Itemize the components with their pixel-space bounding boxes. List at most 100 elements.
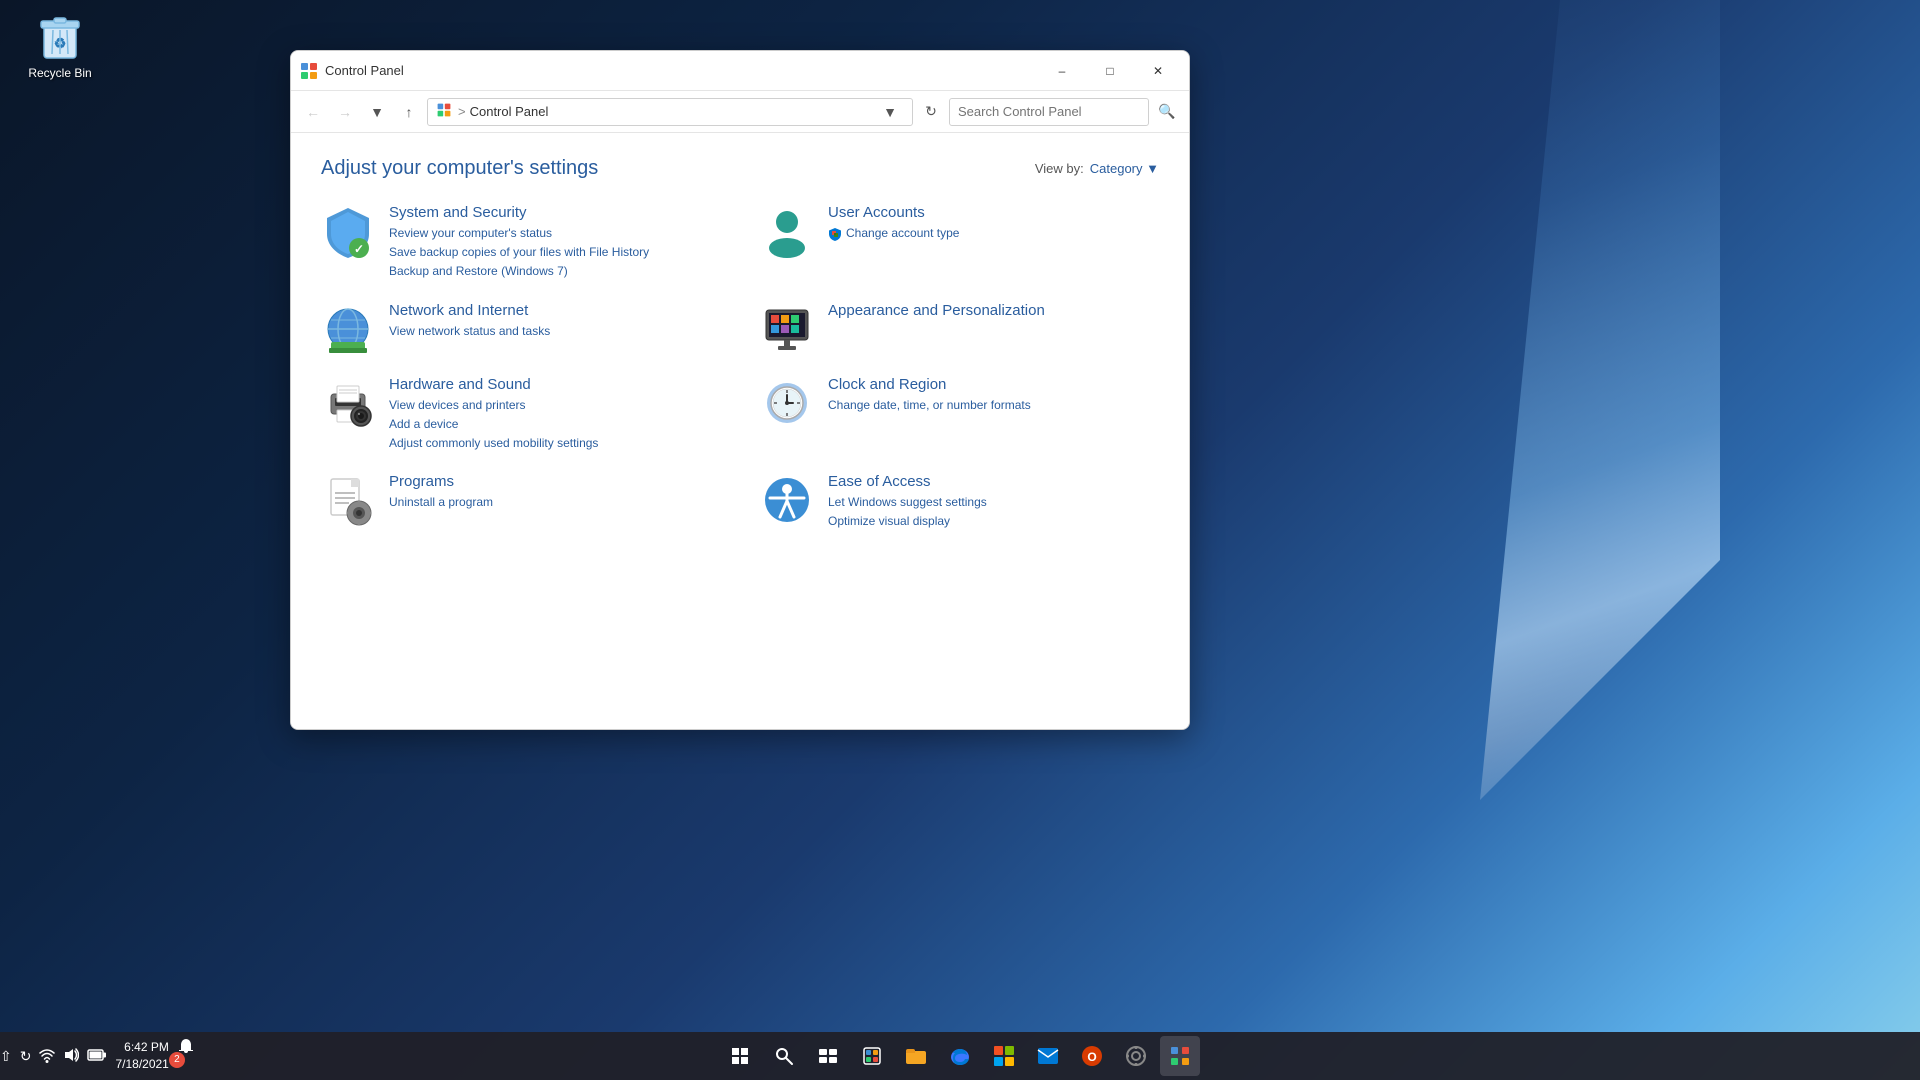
ease-access-info: Ease of Access Let Windows suggest setti… — [828, 473, 987, 531]
user-accounts-link-1[interactable]: Change account type — [846, 224, 959, 243]
category-appearance: Appearance and Personalization — [760, 302, 1159, 356]
programs-title[interactable]: Programs — [389, 473, 493, 490]
network-internet-title[interactable]: Network and Internet — [389, 302, 550, 319]
office-button[interactable]: O — [1072, 1036, 1112, 1076]
view-by-dropdown[interactable]: Category ▼ — [1090, 161, 1159, 176]
system-security-link-3[interactable]: Backup and Restore (Windows 7) — [389, 262, 649, 281]
settings-taskbar-button[interactable] — [1116, 1036, 1156, 1076]
battery-icon[interactable] — [87, 1048, 107, 1064]
category-hardware-sound: Hardware and Sound View devices and prin… — [321, 376, 720, 454]
recycle-bin-graphic: ♻ — [36, 10, 84, 62]
notification-center[interactable]: 2 — [177, 1037, 195, 1076]
clock[interactable]: 6:42 PM 7/18/2021 — [115, 1039, 168, 1073]
refresh-button[interactable]: ↻ — [917, 98, 945, 126]
task-view-button[interactable] — [808, 1036, 848, 1076]
control-panel-window: Control Panel – □ ✕ ← → ▼ ↑ — [290, 50, 1190, 730]
clock-time: 6:42 PM — [124, 1039, 169, 1056]
clock-region-link-1[interactable]: Change date, time, or number formats — [828, 396, 1031, 415]
system-security-title[interactable]: System and Security — [389, 204, 649, 221]
category-clock-region: Clock and Region Change date, time, or n… — [760, 376, 1159, 454]
recycle-bin-label: Recycle Bin — [28, 66, 91, 80]
recent-locations-button[interactable]: ▼ — [363, 98, 391, 126]
category-ease-access: Ease of Access Let Windows suggest setti… — [760, 473, 1159, 531]
up-button[interactable]: ↑ — [395, 98, 423, 126]
ease-access-icon — [760, 473, 814, 527]
taskbar: O — [0, 1032, 1920, 1080]
file-explorer-button[interactable] — [896, 1036, 936, 1076]
taskbar-search-button[interactable] — [764, 1036, 804, 1076]
programs-info: Programs Uninstall a program — [389, 473, 493, 512]
appearance-title[interactable]: Appearance and Personalization — [828, 302, 1045, 319]
close-button[interactable]: ✕ — [1135, 55, 1181, 87]
appearance-info: Appearance and Personalization — [828, 302, 1045, 322]
address-icon — [436, 102, 452, 121]
hardware-sound-link-2[interactable]: Add a device — [389, 415, 598, 434]
hardware-sound-title[interactable]: Hardware and Sound — [389, 376, 598, 393]
control-panel-taskbar-button[interactable] — [1160, 1036, 1200, 1076]
address-text: Control Panel — [470, 104, 549, 119]
svg-text:✓: ✓ — [354, 242, 364, 256]
system-security-link-2[interactable]: Save backup copies of your files with Fi… — [389, 243, 649, 262]
view-by-value-text: Category — [1090, 161, 1143, 176]
view-by-label: View by: — [1035, 161, 1084, 176]
forward-button[interactable]: → — [331, 98, 359, 126]
volume-icon[interactable] — [63, 1047, 79, 1066]
hardware-sound-link-1[interactable]: View devices and printers — [389, 396, 598, 415]
wifi-icon[interactable] — [39, 1047, 55, 1066]
ms-store-button[interactable] — [984, 1036, 1024, 1076]
notification-badge: 2 — [169, 1052, 185, 1068]
title-bar: Control Panel – □ ✕ — [291, 51, 1189, 91]
category-programs: Programs Uninstall a program — [321, 473, 720, 531]
mail-button[interactable] — [1028, 1036, 1068, 1076]
address-path[interactable]: > Control Panel ▼ — [427, 98, 913, 126]
programs-link-1[interactable]: Uninstall a program — [389, 493, 493, 512]
window-controls: – □ ✕ — [1039, 55, 1181, 87]
content-header: Adjust your computer's settings View by:… — [321, 157, 1159, 180]
minimize-button[interactable]: – — [1039, 55, 1085, 87]
user-accounts-title[interactable]: User Accounts — [828, 204, 959, 221]
shield-colorful-icon — [828, 227, 842, 241]
recycle-bin-icon[interactable]: ♻ Recycle Bin — [20, 10, 100, 80]
user-accounts-icon — [760, 204, 814, 258]
address-separator: > — [458, 104, 466, 119]
view-by-control: View by: Category ▼ — [1035, 161, 1159, 176]
address-bar: ← → ▼ ↑ > Control Panel ▼ ↻ 🔍 — [291, 91, 1189, 133]
back-button[interactable]: ← — [299, 98, 327, 126]
programs-icon — [321, 473, 375, 527]
address-dropdown-button[interactable]: ▼ — [876, 98, 904, 126]
ease-access-link-1[interactable]: Let Windows suggest settings — [828, 493, 987, 512]
clock-region-icon — [760, 376, 814, 430]
search-button[interactable]: 🔍 — [1153, 98, 1181, 126]
desktop: ♻ Recycle Bin Control Panel – □ ✕ — [0, 0, 1920, 1080]
ease-access-title[interactable]: Ease of Access — [828, 473, 987, 490]
category-user-accounts: User Accounts Change account type — [760, 204, 1159, 282]
category-network-internet: Network and Internet View network status… — [321, 302, 720, 356]
window-title: Control Panel — [325, 63, 1039, 78]
user-accounts-info: User Accounts Change account type — [828, 204, 959, 243]
maximize-button[interactable]: □ — [1087, 55, 1133, 87]
system-security-icon: ✓ — [321, 204, 375, 258]
categories-grid: ✓ System and Security Review your comput… — [321, 204, 1159, 532]
system-security-link-1[interactable]: Review your computer's status — [389, 224, 649, 243]
tray-arrow-up[interactable]: ⇧ — [0, 1048, 12, 1065]
tray-rotation-lock-icon[interactable]: ↻ — [20, 1048, 32, 1065]
hardware-sound-info: Hardware and Sound View devices and prin… — [389, 376, 598, 454]
hardware-sound-icon — [321, 376, 375, 430]
network-internet-info: Network and Internet View network status… — [389, 302, 550, 341]
start-button[interactable] — [720, 1036, 760, 1076]
svg-text:O: O — [1087, 1050, 1096, 1064]
content-area: Adjust your computer's settings View by:… — [291, 133, 1189, 729]
system-tray: ⇧ ↻ — [0, 1037, 207, 1076]
edge-browser-button[interactable] — [940, 1036, 980, 1076]
page-title: Adjust your computer's settings — [321, 157, 598, 180]
ease-access-link-2[interactable]: Optimize visual display — [828, 512, 987, 531]
system-security-info: System and Security Review your computer… — [389, 204, 649, 282]
search-input[interactable] — [949, 98, 1149, 126]
appearance-icon — [760, 302, 814, 356]
clock-region-title[interactable]: Clock and Region — [828, 376, 1031, 393]
network-internet-icon — [321, 302, 375, 356]
hardware-sound-link-3[interactable]: Adjust commonly used mobility settings — [389, 434, 598, 453]
category-system-security: ✓ System and Security Review your comput… — [321, 204, 720, 282]
widgets-button[interactable] — [852, 1036, 892, 1076]
network-internet-link-1[interactable]: View network status and tasks — [389, 322, 550, 341]
